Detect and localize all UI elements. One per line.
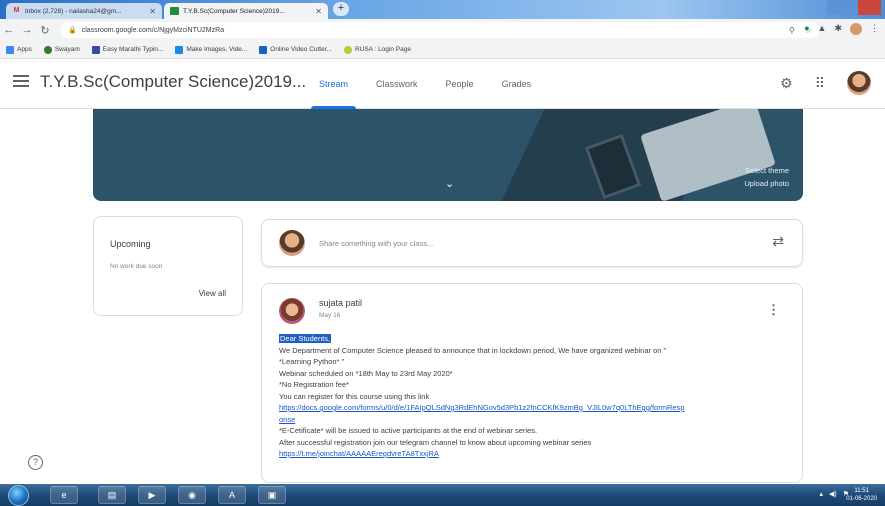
url-text: classroom.google.com/c/NjgyMzciNTU2MzRa — [81, 26, 225, 34]
upload-photo-link[interactable]: Upload photo — [744, 177, 789, 190]
upcoming-card: Upcoming No work due soon View all — [93, 216, 243, 316]
marathi-typing-icon — [91, 45, 100, 54]
kebab-menu-icon[interactable]: ⋮ — [870, 23, 879, 35]
tab-classwork[interactable]: Classwork — [362, 59, 432, 109]
main-menu-icon[interactable] — [13, 75, 29, 87]
extensions: ● ▲ ✱ ⋮ — [804, 23, 879, 35]
post-body: Dear Students, We Department of Computer… — [279, 333, 794, 460]
zoom-icon[interactable]: ⚲ — [789, 26, 795, 35]
browser-tab-strip: M Inbox (2,728) - nailasha24@gm... ✕ T.Y… — [0, 0, 885, 19]
tab-people[interactable]: People — [432, 59, 488, 109]
telegram-link[interactable]: https://t.me/joinchat/AAAAAEregdvreTA8Tx… — [279, 448, 794, 460]
screen: M Inbox (2,728) - nailasha24@gm... ✕ T.Y… — [0, 0, 885, 506]
post-line: After successful registration join our t… — [279, 437, 592, 447]
post-line: You can register for this course using t… — [279, 391, 430, 401]
new-tab-button[interactable]: + — [333, 2, 349, 16]
class-title[interactable]: T.Y.B.Sc(Computer Science)2019... — [40, 72, 306, 92]
lock-icon: 🔒 — [68, 27, 77, 34]
account-avatar[interactable] — [847, 71, 871, 95]
kebab-menu-icon[interactable]: ⋮ — [767, 302, 780, 318]
post-line: *Learning Python* " — [279, 357, 345, 366]
apps-grid-icon — [6, 45, 14, 54]
url-field[interactable]: 🔒 classroom.google.com/c/NjgyMzciNTU2MzR… — [60, 22, 820, 38]
system-tray: ▴ ◀) ⚑ — [819, 490, 849, 498]
chrome-icon[interactable]: ◉ — [178, 486, 206, 504]
gmail-icon: M — [13, 7, 20, 14]
repost-icon[interactable]: ⇄ — [772, 233, 784, 250]
post-author: sujata patil — [319, 298, 363, 308]
post-line: *No Registration fee* — [279, 380, 350, 389]
bookmark-swayam[interactable]: Swayam — [43, 45, 80, 54]
post-line: Webinar scheduled on *18th May to 23rd M… — [279, 368, 453, 378]
apps-grid-icon[interactable]: ⠿ — [815, 75, 825, 92]
bookmark-make-images[interactable]: Make Images, Vide... — [175, 45, 247, 54]
ie-icon[interactable]: e — [50, 486, 78, 504]
classroom-icon — [170, 7, 179, 15]
tab-classroom[interactable]: T.Y.B.Sc(Computer Science)2019... ✕ — [164, 3, 328, 19]
class-banner: ⌄ Select theme Upload photo — [93, 109, 803, 201]
tab-title: Inbox (2,728) - nailasha24@gm... — [25, 7, 122, 15]
clock-time: 11:51 — [854, 488, 869, 494]
share-box[interactable]: Share something with your class... ⇄ — [261, 219, 803, 267]
window-controls — [827, 0, 881, 15]
post-date: May 16 — [319, 312, 341, 319]
avatar — [279, 230, 305, 256]
post-line: We Department of Computer Science please… — [279, 345, 667, 355]
author-avatar — [279, 298, 305, 324]
extension-green-icon[interactable]: ● — [804, 23, 809, 35]
close-window-button[interactable] — [857, 0, 881, 15]
app-window-icon[interactable]: ▣ — [258, 486, 286, 504]
bookmarks-bar: Apps Swayam Easy Marathi Typin... Make I… — [0, 41, 885, 59]
help-icon[interactable]: ? — [28, 455, 43, 470]
post-line: *E-Cetificate* will be issued to active … — [279, 426, 538, 435]
maximize-button[interactable] — [842, 0, 858, 15]
rusa-icon — [343, 45, 352, 54]
tab-grades[interactable]: Grades — [488, 59, 546, 109]
windows-taskbar: e ▤ ▶ ◉ A ▣ ▴ ◀) ⚑ 11:51 01-06-2020 — [0, 484, 885, 506]
share-placeholder[interactable]: Share something with your class... — [319, 239, 433, 248]
close-icon[interactable]: ✕ — [149, 7, 156, 16]
extension-puzzle-icon[interactable]: ✱ — [834, 23, 842, 35]
classroom-header: T.Y.B.Sc(Computer Science)2019... Stream… — [0, 59, 885, 109]
make-images-icon — [175, 45, 184, 54]
view-all-link[interactable]: View all — [199, 289, 226, 298]
select-theme-link[interactable]: Select theme — [744, 164, 789, 177]
tab-stream[interactable]: Stream — [305, 59, 362, 109]
acrobat-icon[interactable]: A — [218, 486, 246, 504]
forward-arrow-icon[interactable]: → — [18, 24, 36, 36]
gear-icon[interactable]: ⚙ — [780, 75, 793, 92]
bookmark-rusa[interactable]: RUSA : Login Page — [343, 45, 411, 54]
tab-gmail[interactable]: M Inbox (2,728) - nailasha24@gm... ✕ — [6, 3, 162, 19]
tray-arrow-icon[interactable]: ▴ — [819, 490, 823, 498]
announcement-post: sujata patil May 16 ⋮ Dear Students, We … — [261, 283, 803, 483]
chevron-down-icon[interactable]: ⌄ — [445, 177, 454, 190]
profile-avatar[interactable] — [850, 23, 862, 35]
video-cutter-icon — [259, 45, 268, 54]
registration-form-link-cont[interactable]: onse — [279, 414, 794, 426]
clock-date: 01-06-2020 — [846, 496, 877, 502]
extension-warning-icon[interactable]: ▲ — [818, 23, 827, 35]
start-button[interactable] — [8, 485, 29, 506]
bookmark-apps[interactable]: Apps — [6, 45, 32, 54]
address-bar: ← → ↻ 🔒 classroom.google.com/c/NjgyMzciN… — [0, 19, 885, 41]
upcoming-subtitle: No work due soon — [110, 263, 163, 270]
reload-icon[interactable]: ↻ — [36, 24, 54, 37]
swayam-icon — [43, 45, 52, 54]
upcoming-heading: Upcoming — [110, 239, 151, 249]
file-explorer-icon[interactable]: ▤ — [98, 486, 126, 504]
clock[interactable]: 11:51 01-06-2020 — [846, 487, 877, 503]
bookmark-video-cutter[interactable]: Online Video Cutter... — [259, 45, 332, 54]
tab-title: T.Y.B.Sc(Computer Science)2019... — [183, 7, 285, 15]
minimize-button[interactable] — [827, 0, 843, 15]
registration-form-link[interactable]: https://docs.google.com/forms/u/0/d/e/1F… — [279, 402, 794, 414]
classroom-tabs: Stream Classwork People Grades — [305, 59, 545, 109]
post-line-greeting: Dear Students, — [279, 334, 332, 343]
media-player-icon[interactable]: ▶ — [138, 486, 166, 504]
bookmark-marathi-typing[interactable]: Easy Marathi Typin... — [91, 45, 163, 54]
volume-icon[interactable]: ◀) — [829, 490, 837, 498]
back-arrow-icon[interactable]: ← — [0, 24, 18, 36]
close-icon[interactable]: ✕ — [315, 7, 322, 16]
